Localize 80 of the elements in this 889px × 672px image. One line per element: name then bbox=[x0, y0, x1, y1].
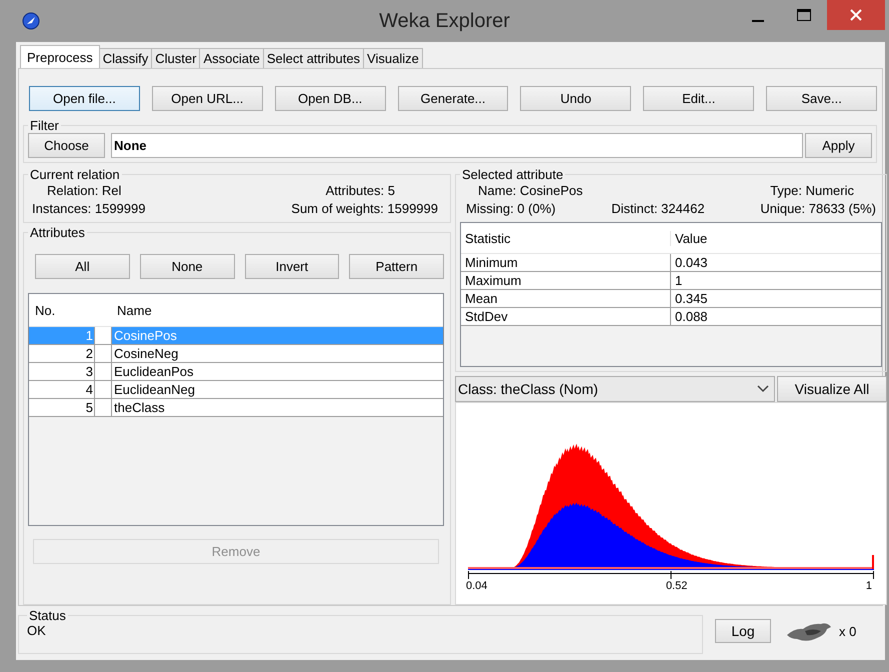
close-icon bbox=[849, 8, 863, 22]
attribute-row[interactable]: 5 theClass bbox=[29, 399, 443, 417]
apply-button[interactable]: Apply bbox=[805, 133, 872, 158]
toolbar-button[interactable]: Save... bbox=[766, 86, 878, 111]
group-title: Selected attribute bbox=[461, 167, 564, 182]
table-cell-text: 0.043 bbox=[674, 254, 709, 271]
table-cell-text: 4 bbox=[84, 381, 94, 398]
info-text: Unique: 78633 (5%) bbox=[760, 200, 876, 218]
table-cell: Mean bbox=[461, 290, 671, 307]
column-header: Value bbox=[674, 230, 708, 246]
tab[interactable]: Cluster bbox=[151, 48, 200, 68]
tab[interactable]: Visualize bbox=[363, 48, 423, 68]
axis-tick-label: 1 bbox=[866, 580, 872, 592]
table-cell-text: 3 bbox=[84, 363, 94, 380]
task-count: x 0 bbox=[839, 624, 856, 638]
attribute-row[interactable]: 2 CosineNeg bbox=[29, 345, 443, 363]
table-cell-text: 0.088 bbox=[674, 308, 709, 325]
info-text: Type: Numeric bbox=[770, 182, 854, 200]
table-cell: Minimum bbox=[461, 254, 671, 271]
table-cell-text: 5 bbox=[84, 399, 94, 416]
group-title: Attributes bbox=[29, 225, 86, 240]
attribute-row[interactable]: 4 EuclideanNeg bbox=[29, 381, 443, 399]
select-button[interactable]: All bbox=[35, 254, 130, 279]
info-text: Sum of weights: 1599999 bbox=[291, 200, 438, 218]
toolbar-button[interactable]: Open file... bbox=[29, 86, 140, 111]
select-button[interactable]: Invert bbox=[244, 254, 340, 279]
status-text: OK bbox=[27, 623, 46, 638]
group-title: Current relation bbox=[29, 167, 121, 182]
column-header: Name bbox=[116, 302, 153, 318]
checkbox[interactable] bbox=[94, 399, 112, 416]
table-cell-text: theClass bbox=[113, 399, 166, 416]
table-cell-text: CosineNeg bbox=[113, 345, 180, 362]
group-title: Status bbox=[28, 608, 67, 623]
checkbox[interactable] bbox=[94, 327, 112, 344]
table-cell-text: 1 bbox=[674, 272, 684, 289]
table-cell-text: 1 bbox=[84, 327, 94, 344]
info-text: Relation: Rel bbox=[47, 182, 122, 200]
info-text: Name: CosinePos bbox=[478, 182, 583, 200]
attribute-row[interactable]: 3 EuclideanPos bbox=[29, 363, 443, 381]
close-button[interactable] bbox=[827, 0, 885, 30]
table-cell-text: 0.345 bbox=[674, 290, 709, 307]
table-cell-text: EuclideanPos bbox=[113, 363, 194, 380]
tab[interactable]: Classify bbox=[98, 48, 152, 68]
select-button[interactable]: Pattern bbox=[349, 254, 444, 279]
table-cell-text: CosinePos bbox=[113, 327, 178, 344]
choose-button[interactable]: Choose bbox=[28, 133, 105, 158]
checkbox[interactable] bbox=[94, 345, 112, 362]
table-cell: StdDev bbox=[461, 308, 671, 325]
table-cell: Maximum bbox=[461, 272, 671, 289]
info-text: Attributes: 5 bbox=[326, 182, 395, 200]
tab[interactable]: Preprocess bbox=[20, 45, 100, 68]
visualize-all-button[interactable]: Visualize All bbox=[777, 376, 887, 402]
checkbox[interactable] bbox=[94, 363, 112, 380]
maximize-icon bbox=[796, 8, 812, 22]
tab[interactable]: Associate bbox=[199, 48, 264, 68]
info-text: Instances: 1599999 bbox=[32, 200, 146, 218]
tab[interactable]: Select attributes bbox=[262, 48, 364, 68]
select-button[interactable]: None bbox=[140, 254, 234, 279]
toolbar-button[interactable]: Open URL... bbox=[152, 86, 263, 111]
app-icon bbox=[22, 12, 40, 30]
axis-tick-label: 0.04 bbox=[466, 580, 488, 592]
checkbox[interactable] bbox=[94, 381, 112, 398]
group-title: Filter bbox=[29, 118, 60, 133]
window-title: Weka Explorer bbox=[379, 10, 510, 32]
info-text: Missing: 0 (0%) bbox=[466, 200, 556, 218]
table-cell-text: EuclideanNeg bbox=[113, 381, 196, 398]
column-header: No. bbox=[34, 302, 56, 318]
toolbar-button[interactable]: Open DB... bbox=[274, 86, 386, 111]
filter-field[interactable]: None bbox=[111, 133, 803, 158]
toolbar-button[interactable]: Generate... bbox=[398, 86, 508, 111]
column-header: Statistic bbox=[461, 230, 671, 246]
class-dropdown[interactable]: Class: theClass (Nom) bbox=[455, 376, 775, 402]
log-button[interactable]: Log bbox=[715, 619, 771, 643]
info-text: Distinct: 324462 bbox=[611, 200, 705, 218]
table-cell-text: 2 bbox=[84, 345, 94, 362]
chevron-down-icon bbox=[757, 385, 769, 393]
axis-tick-label: 0.52 bbox=[666, 580, 688, 592]
toolbar-button[interactable]: Undo bbox=[520, 86, 632, 111]
minimize-icon bbox=[752, 20, 764, 22]
toolbar-button[interactable]: Edit... bbox=[643, 86, 754, 111]
